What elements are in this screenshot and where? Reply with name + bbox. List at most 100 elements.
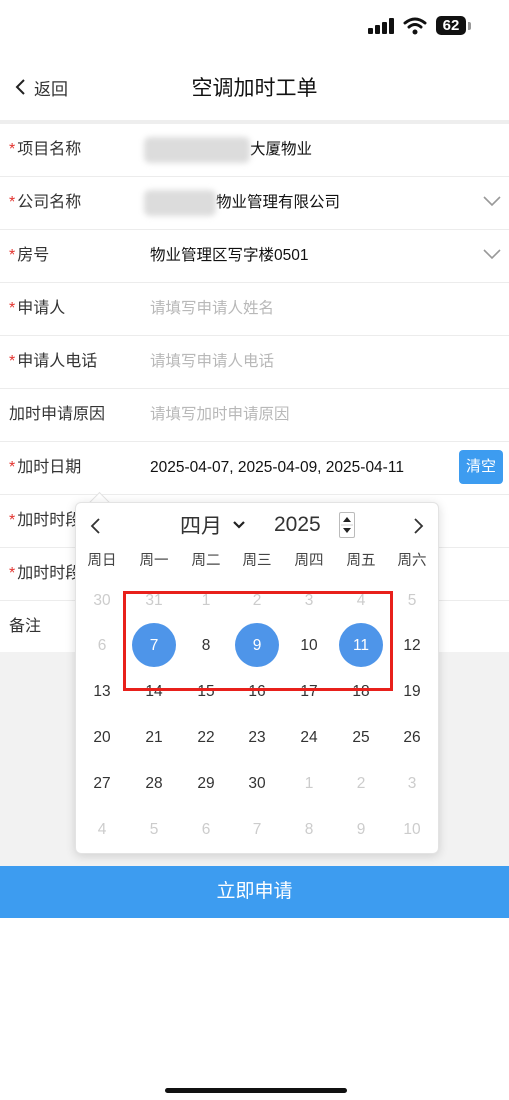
calendar-day[interactable]: 30 [231, 761, 283, 807]
battery-icon: 62 [436, 16, 466, 35]
date-row[interactable]: * 加时日期 2025-04-07, 2025-04-09, 2025-04-11… [0, 442, 509, 495]
day-number: 16 [248, 683, 266, 700]
reason-row: 加时申请原因 请填写加时申请原因 [0, 389, 509, 442]
day-number: 5 [407, 592, 417, 609]
calendar-day[interactable]: 19 [386, 669, 438, 715]
day-number: 10 [300, 637, 318, 654]
room-value: 物业管理区写字楼0501 [150, 247, 309, 264]
day-number: 2 [356, 775, 366, 792]
weekday-header: 周一 [139, 553, 169, 569]
calendar-day[interactable]: 25 [335, 715, 387, 761]
year-stepper[interactable] [338, 512, 355, 538]
calendar-day[interactable]: 29 [180, 761, 232, 807]
day-number: 9 [356, 821, 366, 838]
prev-month-icon[interactable] [88, 517, 104, 535]
room-row[interactable]: * 房号 物业管理区写字楼0501 [0, 230, 509, 283]
phone-row: * 申请人电话 请填写申请人电话 [0, 336, 509, 389]
day-number: 2 [252, 592, 262, 609]
calendar-day[interactable]: 24 [283, 715, 335, 761]
calendar-day[interactable]: 1 [180, 578, 232, 624]
day-number: 4 [356, 592, 366, 609]
calendar-day[interactable]: 1 [283, 761, 335, 807]
month-value: 四月 [180, 515, 222, 538]
calendar-day[interactable]: 9 [335, 807, 387, 853]
chevron-down-icon [233, 521, 245, 529]
calendar-day[interactable]: 2 [335, 761, 387, 807]
clear-button[interactable]: 清空 [459, 450, 503, 484]
calendar-day[interactable]: 28 [128, 761, 180, 807]
calendar-day[interactable]: 3 [283, 578, 335, 624]
nav-bar: 返回 空调加时工单 [0, 52, 509, 120]
next-month-icon[interactable] [410, 517, 426, 535]
company-row[interactable]: * 公司名称 物业管理有限公司 [0, 177, 509, 230]
chevron-down-icon[interactable] [483, 248, 501, 260]
applicant-row: * 申请人 请填写申请人姓名 [0, 283, 509, 336]
calendar-day[interactable]: 15 [180, 669, 232, 715]
calendar-day[interactable]: 30 [76, 578, 128, 624]
remark-label: 备注 [9, 618, 42, 635]
calendar-day[interactable]: 8 [283, 807, 335, 853]
calendar-day-selected[interactable]: 9 [231, 623, 283, 669]
redacted-text [144, 136, 250, 163]
calendar-day[interactable]: 27 [76, 761, 128, 807]
day-number: 1 [304, 775, 314, 792]
project-row[interactable]: * 项目名称 大厦物业 [0, 124, 509, 177]
chevron-down-icon[interactable] [483, 195, 501, 207]
calendar-day[interactable]: 6 [180, 807, 232, 853]
day-number: 20 [93, 729, 111, 746]
calendar-day[interactable]: 2 [231, 578, 283, 624]
calendar-day[interactable]: 3 [386, 761, 438, 807]
time-label-2: * 加时时段 [9, 565, 82, 582]
project-value: 大厦物业 [144, 124, 312, 176]
year-input[interactable]: 2025 [274, 511, 355, 539]
day-number: 21 [145, 729, 163, 746]
day-number: 27 [93, 775, 111, 792]
calendar-day[interactable]: 12 [386, 623, 438, 669]
day-number: 29 [197, 775, 215, 792]
weekday-header: 周四 [294, 553, 324, 569]
calendar-day[interactable]: 5 [386, 578, 438, 624]
calendar-day[interactable]: 6 [76, 623, 128, 669]
day-number: 17 [300, 683, 318, 700]
day-number: 31 [145, 592, 163, 609]
day-number: 1 [201, 592, 211, 609]
day-number: 13 [93, 683, 111, 700]
calendar-day[interactable]: 22 [180, 715, 232, 761]
battery-tip [468, 22, 471, 30]
day-number: 19 [403, 683, 421, 700]
calendar-day[interactable]: 17 [283, 669, 335, 715]
calendar-day[interactable]: 31 [128, 578, 180, 624]
calendar-day[interactable]: 18 [335, 669, 387, 715]
phone-input[interactable]: 请填写申请人电话 [150, 336, 274, 388]
calendar-day[interactable]: 23 [231, 715, 283, 761]
day-number: 11 [352, 637, 370, 654]
company-label: * 公司名称 [9, 194, 82, 211]
calendar-day[interactable]: 14 [128, 669, 180, 715]
date-label: * 加时日期 [9, 459, 82, 476]
status-bar: 62 [0, 0, 509, 52]
calendar-day[interactable]: 7 [231, 807, 283, 853]
page-title: 空调加时工单 [191, 77, 318, 100]
calendar-day[interactable]: 10 [283, 623, 335, 669]
reason-input[interactable]: 请填写加时申请原因 [150, 389, 290, 441]
calendar-day[interactable]: 21 [128, 715, 180, 761]
day-number: 18 [352, 683, 370, 700]
calendar-day-selected[interactable]: 11 [335, 623, 387, 669]
home-indicator [165, 1088, 347, 1093]
day-number: 10 [403, 821, 421, 838]
calendar-day[interactable]: 10 [386, 807, 438, 853]
applicant-input[interactable]: 请填写申请人姓名 [150, 283, 274, 335]
date-value[interactable]: 2025-04-07, 2025-04-09, 2025-04-11 [150, 442, 404, 494]
calendar-day-selected[interactable]: 7 [128, 623, 180, 669]
day-number: 4 [97, 821, 107, 838]
calendar-day[interactable]: 4 [335, 578, 387, 624]
month-select[interactable]: 四月 [180, 511, 246, 539]
calendar-day[interactable]: 16 [231, 669, 283, 715]
calendar-day[interactable]: 8 [180, 623, 232, 669]
calendar-day[interactable]: 4 [76, 807, 128, 853]
calendar-day[interactable]: 20 [76, 715, 128, 761]
submit-button[interactable]: 立即申请 [0, 866, 509, 918]
calendar-day[interactable]: 5 [128, 807, 180, 853]
calendar-day[interactable]: 13 [76, 669, 128, 715]
calendar-day[interactable]: 26 [386, 715, 438, 761]
